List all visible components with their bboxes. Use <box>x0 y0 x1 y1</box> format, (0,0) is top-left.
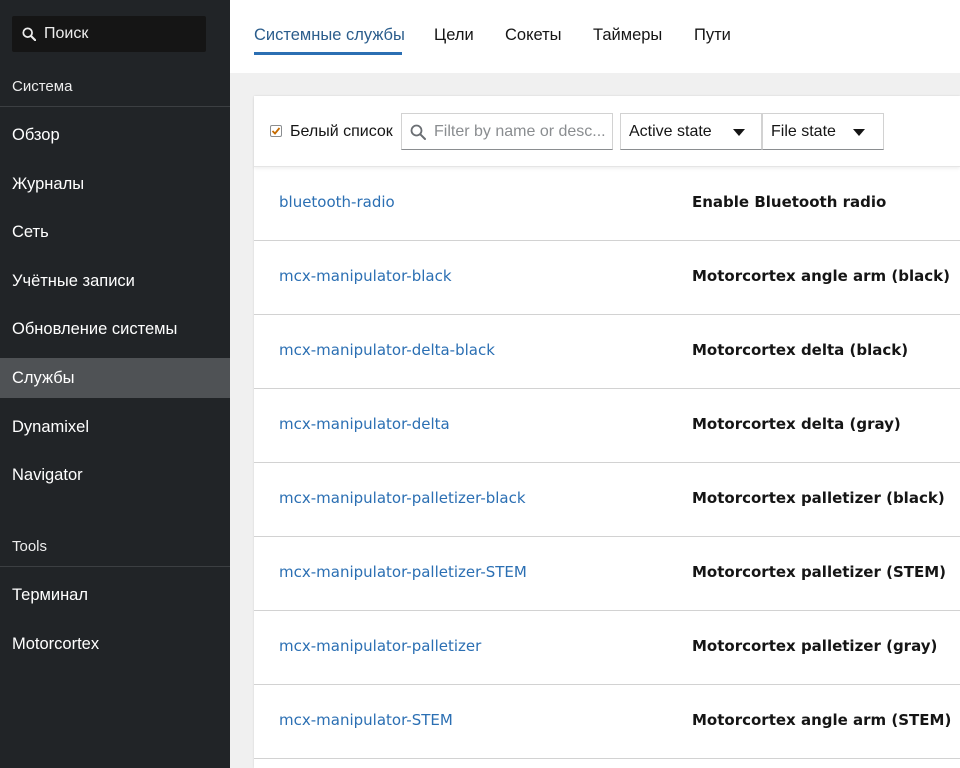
divider <box>0 106 230 107</box>
sidebar-item-overview[interactable]: Обзор <box>0 115 230 155</box>
file-state-select[interactable]: File state <box>762 113 884 150</box>
sidebar-item-network[interactable]: Сеть <box>0 212 230 252</box>
service-description: Motorcortex angle arm (STEM) <box>692 711 952 729</box>
service-name-link[interactable]: mcx-manipulator-palletizer <box>279 637 481 655</box>
tab-targets[interactable]: Цели <box>434 26 474 45</box>
service-name-link[interactable]: bluetooth-radio <box>279 193 395 211</box>
table-row[interactable]: mcx-manipulator-palletizer-STEM Motorcor… <box>254 537 960 611</box>
checkmark-icon <box>271 127 281 135</box>
caret-down-icon <box>733 129 745 136</box>
services-toolbar: Белый список Filter by name or desc... A… <box>254 96 960 167</box>
whitelist-label[interactable]: Белый список <box>290 123 393 141</box>
search-icon <box>410 124 426 140</box>
service-name-link[interactable]: mcx-manipulator-palletizer-black <box>279 489 526 507</box>
tab-paths[interactable]: Пути <box>694 26 731 45</box>
tab-system-services[interactable]: Системные службы <box>254 26 405 45</box>
service-description: Motorcortex delta (black) <box>692 341 909 359</box>
sidebar-search[interactable]: Поиск <box>12 16 206 52</box>
sidebar-item-services[interactable]: Службы <box>0 358 230 398</box>
sidebar-search-label: Поиск <box>44 25 89 42</box>
table-row[interactable]: mcx-manipulator-palletizer-black Motorco… <box>254 463 960 537</box>
sidebar-item-accounts[interactable]: Учётные записи <box>0 261 230 301</box>
service-description: Motorcortex angle arm (black) <box>692 267 950 285</box>
service-description: Enable Bluetooth radio <box>692 193 887 211</box>
active-state-select[interactable]: Active state <box>620 113 762 150</box>
sidebar-item-software-updates[interactable]: Обновление системы <box>0 309 230 349</box>
table-row[interactable]: mcx-manipulator-delta Motorcortex delta … <box>254 389 960 463</box>
service-name-link[interactable]: mcx-manipulator-black <box>279 267 452 285</box>
section-title-tools: Tools <box>12 538 48 555</box>
table-row[interactable]: mcx-manipulator-delta-black Motorcortex … <box>254 315 960 389</box>
search-icon <box>22 27 36 41</box>
tab-timers[interactable]: Таймеры <box>593 26 662 45</box>
sidebar-item-navigator[interactable]: Navigator <box>0 455 230 495</box>
sidebar-item-motorcortex[interactable]: Motorcortex <box>0 624 230 664</box>
section-title-system: Система <box>12 78 73 95</box>
filter-placeholder: Filter by name or desc... <box>434 122 606 140</box>
sidebar: Поиск Система Обзор Журналы Сеть Учётные… <box>0 0 230 768</box>
service-name-link[interactable]: mcx-manipulator-delta <box>279 415 450 433</box>
active-tab-indicator <box>254 52 402 55</box>
active-state-label: Active state <box>629 122 712 140</box>
filter-input[interactable]: Filter by name or desc... <box>401 113 613 150</box>
caret-down-icon <box>853 129 865 136</box>
table-row[interactable]: mcx-manipulator-palletizer Motorcortex p… <box>254 611 960 685</box>
service-description: Motorcortex palletizer (black) <box>692 489 945 507</box>
divider <box>0 566 230 567</box>
sidebar-item-dynamixel[interactable]: Dynamixel <box>0 407 230 447</box>
service-name-link[interactable]: mcx-manipulator-STEM <box>279 711 453 729</box>
table-row[interactable]: bluetooth-radio Enable Bluetooth radio <box>254 167 960 241</box>
table-row[interactable]: mcx-manipulator-STEM Motorcortex angle a… <box>254 685 960 759</box>
service-description: Motorcortex delta (gray) <box>692 415 901 433</box>
service-description: Motorcortex palletizer (gray) <box>692 637 938 655</box>
sidebar-item-terminal[interactable]: Терминал <box>0 575 230 615</box>
services-card: Белый список Filter by name or desc... A… <box>254 96 960 768</box>
whitelist-checkbox[interactable] <box>270 125 282 137</box>
service-name-link[interactable]: mcx-manipulator-delta-black <box>279 341 495 359</box>
table-row[interactable]: mcx-manipulator-black Motorcortex angle … <box>254 241 960 315</box>
service-description: Motorcortex palletizer (STEM) <box>692 563 947 581</box>
tab-sockets[interactable]: Сокеты <box>505 26 562 45</box>
main-content: Системные службы Цели Сокеты Таймеры Пут… <box>230 0 960 768</box>
file-state-label: File state <box>771 122 836 140</box>
sidebar-item-logs[interactable]: Журналы <box>0 164 230 204</box>
service-name-link[interactable]: mcx-manipulator-palletizer-STEM <box>279 563 527 581</box>
tab-bar: Системные службы Цели Сокеты Таймеры Пут… <box>230 0 960 73</box>
